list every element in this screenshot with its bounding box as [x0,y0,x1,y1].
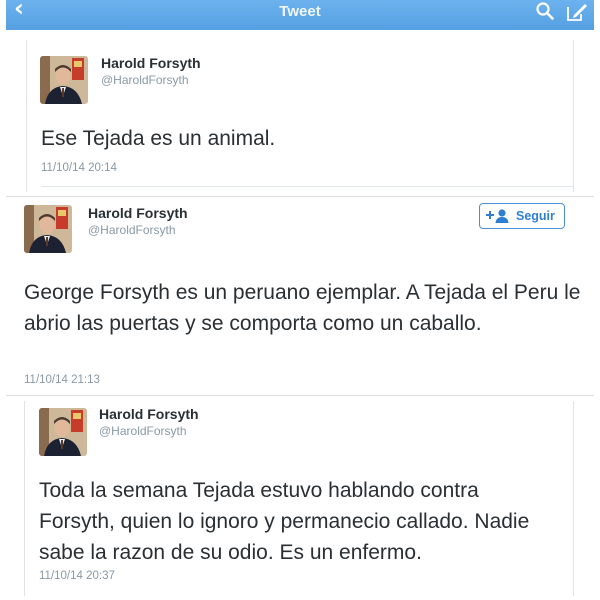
tweet-timestamp: 11/10/14 20:37 [39,570,115,582]
nav-bar: ‹ Tweet [6,0,594,30]
author-handle[interactable]: @HaroldForsyth [101,73,189,87]
author-handle[interactable]: @HaroldForsyth [99,424,187,438]
search-icon[interactable] [536,2,554,20]
tweet-card[interactable]: Harold Forsyth @HaroldForsyth Seguir Geo… [6,196,594,396]
tweet-card[interactable]: Harold Forsyth @HaroldForsyth Ese Tejada… [26,40,574,192]
tweet-text: George Forsyth es un peruano ejemplar. A… [24,281,581,335]
tweet-text: Ese Tejada es un animal. [41,127,276,150]
tweet-text: Toda la semana Tejada estuvo hablando co… [39,479,530,564]
tweet-timestamp: 11/10/14 20:14 [41,162,117,174]
add-person-icon [486,209,509,223]
tweet-card[interactable]: Harold Forsyth @HaroldForsyth Toda la se… [24,401,574,596]
compose-icon[interactable] [566,2,588,22]
tweet-timestamp: 11/10/14 21:13 [24,374,100,386]
avatar[interactable] [24,205,72,253]
author-name[interactable]: Harold Forsyth [88,205,188,221]
author-name[interactable]: Harold Forsyth [99,406,199,422]
follow-button[interactable]: Seguir [479,203,565,229]
divider [41,186,573,187]
follow-label: Seguir [516,209,555,223]
avatar[interactable] [39,408,87,456]
author-handle[interactable]: @HaroldForsyth [88,223,176,237]
author-name[interactable]: Harold Forsyth [101,55,201,71]
avatar[interactable] [40,56,88,104]
nav-title: Tweet [279,3,321,20]
